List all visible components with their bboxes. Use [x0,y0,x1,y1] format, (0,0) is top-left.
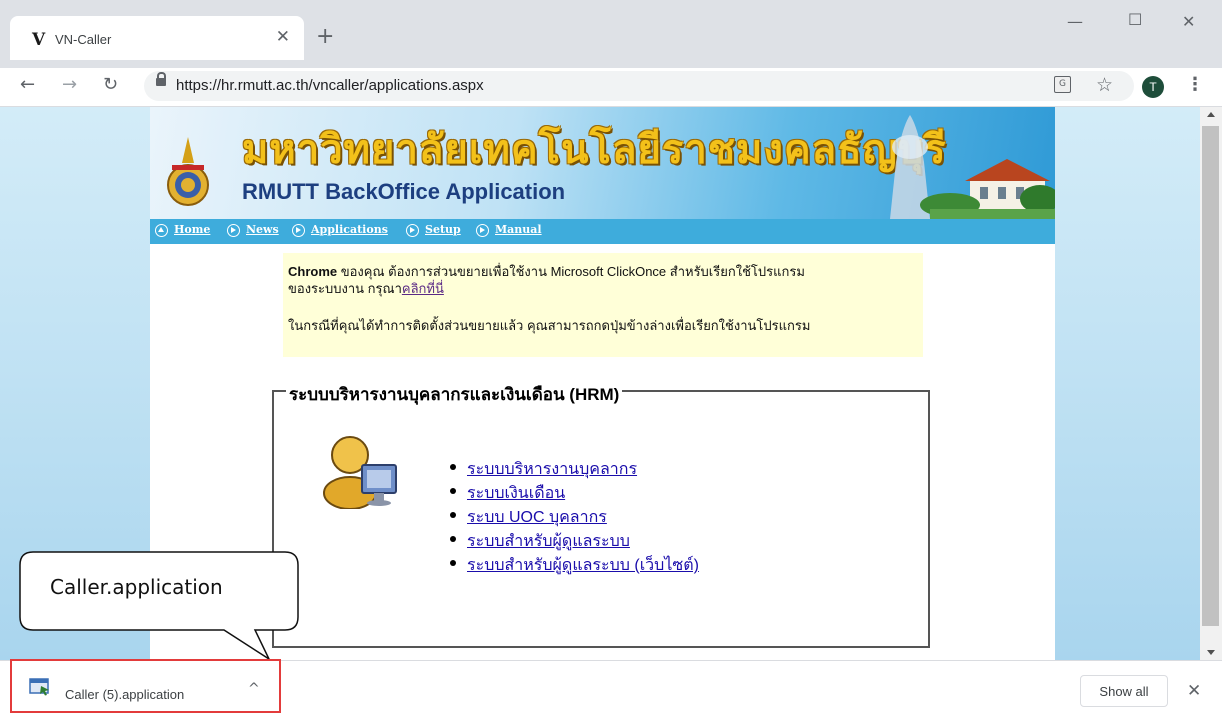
notice-browser-name: Chrome [288,264,338,279]
download-highlight-frame [10,659,281,713]
home-arrow-icon [155,224,168,237]
link-salary[interactable]: ระบบเงินเดือน [467,485,565,502]
lock-icon [156,72,166,86]
translate-icon[interactable]: G [1054,76,1071,93]
reload-icon[interactable]: ↻ [103,74,118,95]
notice-line-1-text: ของคุณ ต้องการส่วนขยายเพื่อใช้งาน Micros… [337,264,805,279]
user-computer-icon [323,436,397,509]
hrm-legend: ระบบบริหารงานบุคลากรและเงินเดือน (HRM) [286,381,623,408]
notice-line-1: Chrome ของคุณ ต้องการส่วนขยายเพื่อใช้งาน… [288,263,918,280]
news-arrow-icon [227,224,240,237]
new-tab-icon[interactable]: + [316,26,334,48]
scroll-thumb[interactable] [1202,126,1219,626]
nav-manual[interactable]: Manual [495,223,542,236]
minimize-icon[interactable]: — [1067,12,1083,31]
link-uoc-personnel[interactable]: ระบบ UOC บุคลากร [467,509,607,526]
list-item: ระบบบริหารงานบุคลากร [450,457,699,481]
bookmark-star-icon[interactable]: ☆ [1096,74,1113,96]
show-all-button[interactable]: Show all [1080,675,1168,707]
callout-bubble [19,551,299,661]
tab-title: VN-Caller [55,32,112,47]
university-seal-logo [167,137,209,206]
page-scrollbar[interactable] [1200,107,1222,660]
link-personnel-admin[interactable]: ระบบบริหารงานบุคลากร [467,461,637,478]
tab-vn-caller[interactable]: V VN-Caller ✕ [10,16,304,60]
setup-arrow-icon [406,224,419,237]
address-bar[interactable]: https://hr.rmutt.ac.th/vncaller/applicat… [144,71,1134,101]
manual-arrow-icon [476,224,489,237]
link-system-admin[interactable]: ระบบสำหรับผู้ดูแลระบบ [467,533,630,550]
url-text: https://hr.rmutt.ac.th/vncaller/applicat… [176,77,484,94]
clickonce-notice: Chrome ของคุณ ต้องการส่วนขยายเพื่อใช้งาน… [283,253,923,357]
hrm-system-links: ระบบบริหารงานบุคลากร ระบบเงินเดือน ระบบ … [450,457,699,577]
click-here-link[interactable]: คลิกที่นี่ [402,281,444,296]
list-item: ระบบสำหรับผู้ดูแลระบบ (เว็บไซต์) [450,553,699,577]
scroll-down-icon[interactable] [1207,650,1215,655]
notice-line-2: ของระบบงาน กรุณาคลิกที่นี่ [288,280,918,297]
back-arrow-icon[interactable]: ← [20,74,35,95]
download-bar-close-icon[interactable]: ✕ [1187,681,1201,701]
list-item: ระบบสำหรับผู้ดูแลระบบ [450,529,699,553]
tab-favicon: V [32,30,46,50]
nav-news[interactable]: News [246,223,279,236]
kebab-menu-icon[interactable]: ⋮ [1186,74,1204,95]
nav-applications[interactable]: Applications [311,223,388,236]
list-item: ระบบ UOC บุคลากร [450,505,699,529]
profile-avatar[interactable]: T [1142,76,1164,98]
nav-setup[interactable]: Setup [425,223,461,236]
applications-arrow-icon [292,224,305,237]
maximize-icon[interactable]: ☐ [1128,10,1142,29]
scroll-up-icon[interactable] [1207,112,1215,117]
site-nav-bar: Home News Applications Setup Manual [150,219,1055,244]
notice-line-2-text: ของระบบงาน กรุณา [288,281,402,296]
browser-toolbar: ← → ↻ https://hr.rmutt.ac.th/vncaller/ap… [0,68,1222,107]
notice-line-3: ในกรณีที่คุณได้ทำการติดตั้งส่วนขยายแล้ว … [288,318,811,333]
campus-monument-image [890,115,1055,219]
forward-arrow-icon[interactable]: → [62,74,77,95]
nav-home[interactable]: Home [174,223,210,236]
list-item: ระบบเงินเดือน [450,481,699,505]
header-banner: มหาวิทยาลัยเทคโนโลยีราชมงคลธัญบุรี RMUTT… [150,107,1055,219]
banner-english-title: RMUTT BackOffice Application [242,179,566,204]
window-close-icon[interactable]: ✕ [1182,12,1195,31]
callout-text: Caller.application [50,575,223,599]
tab-strip: V VN-Caller ✕ + — ☐ ✕ [0,0,1222,68]
link-system-admin-website[interactable]: ระบบสำหรับผู้ดูแลระบบ (เว็บไซต์) [467,557,699,574]
tab-close-icon[interactable]: ✕ [276,27,290,47]
